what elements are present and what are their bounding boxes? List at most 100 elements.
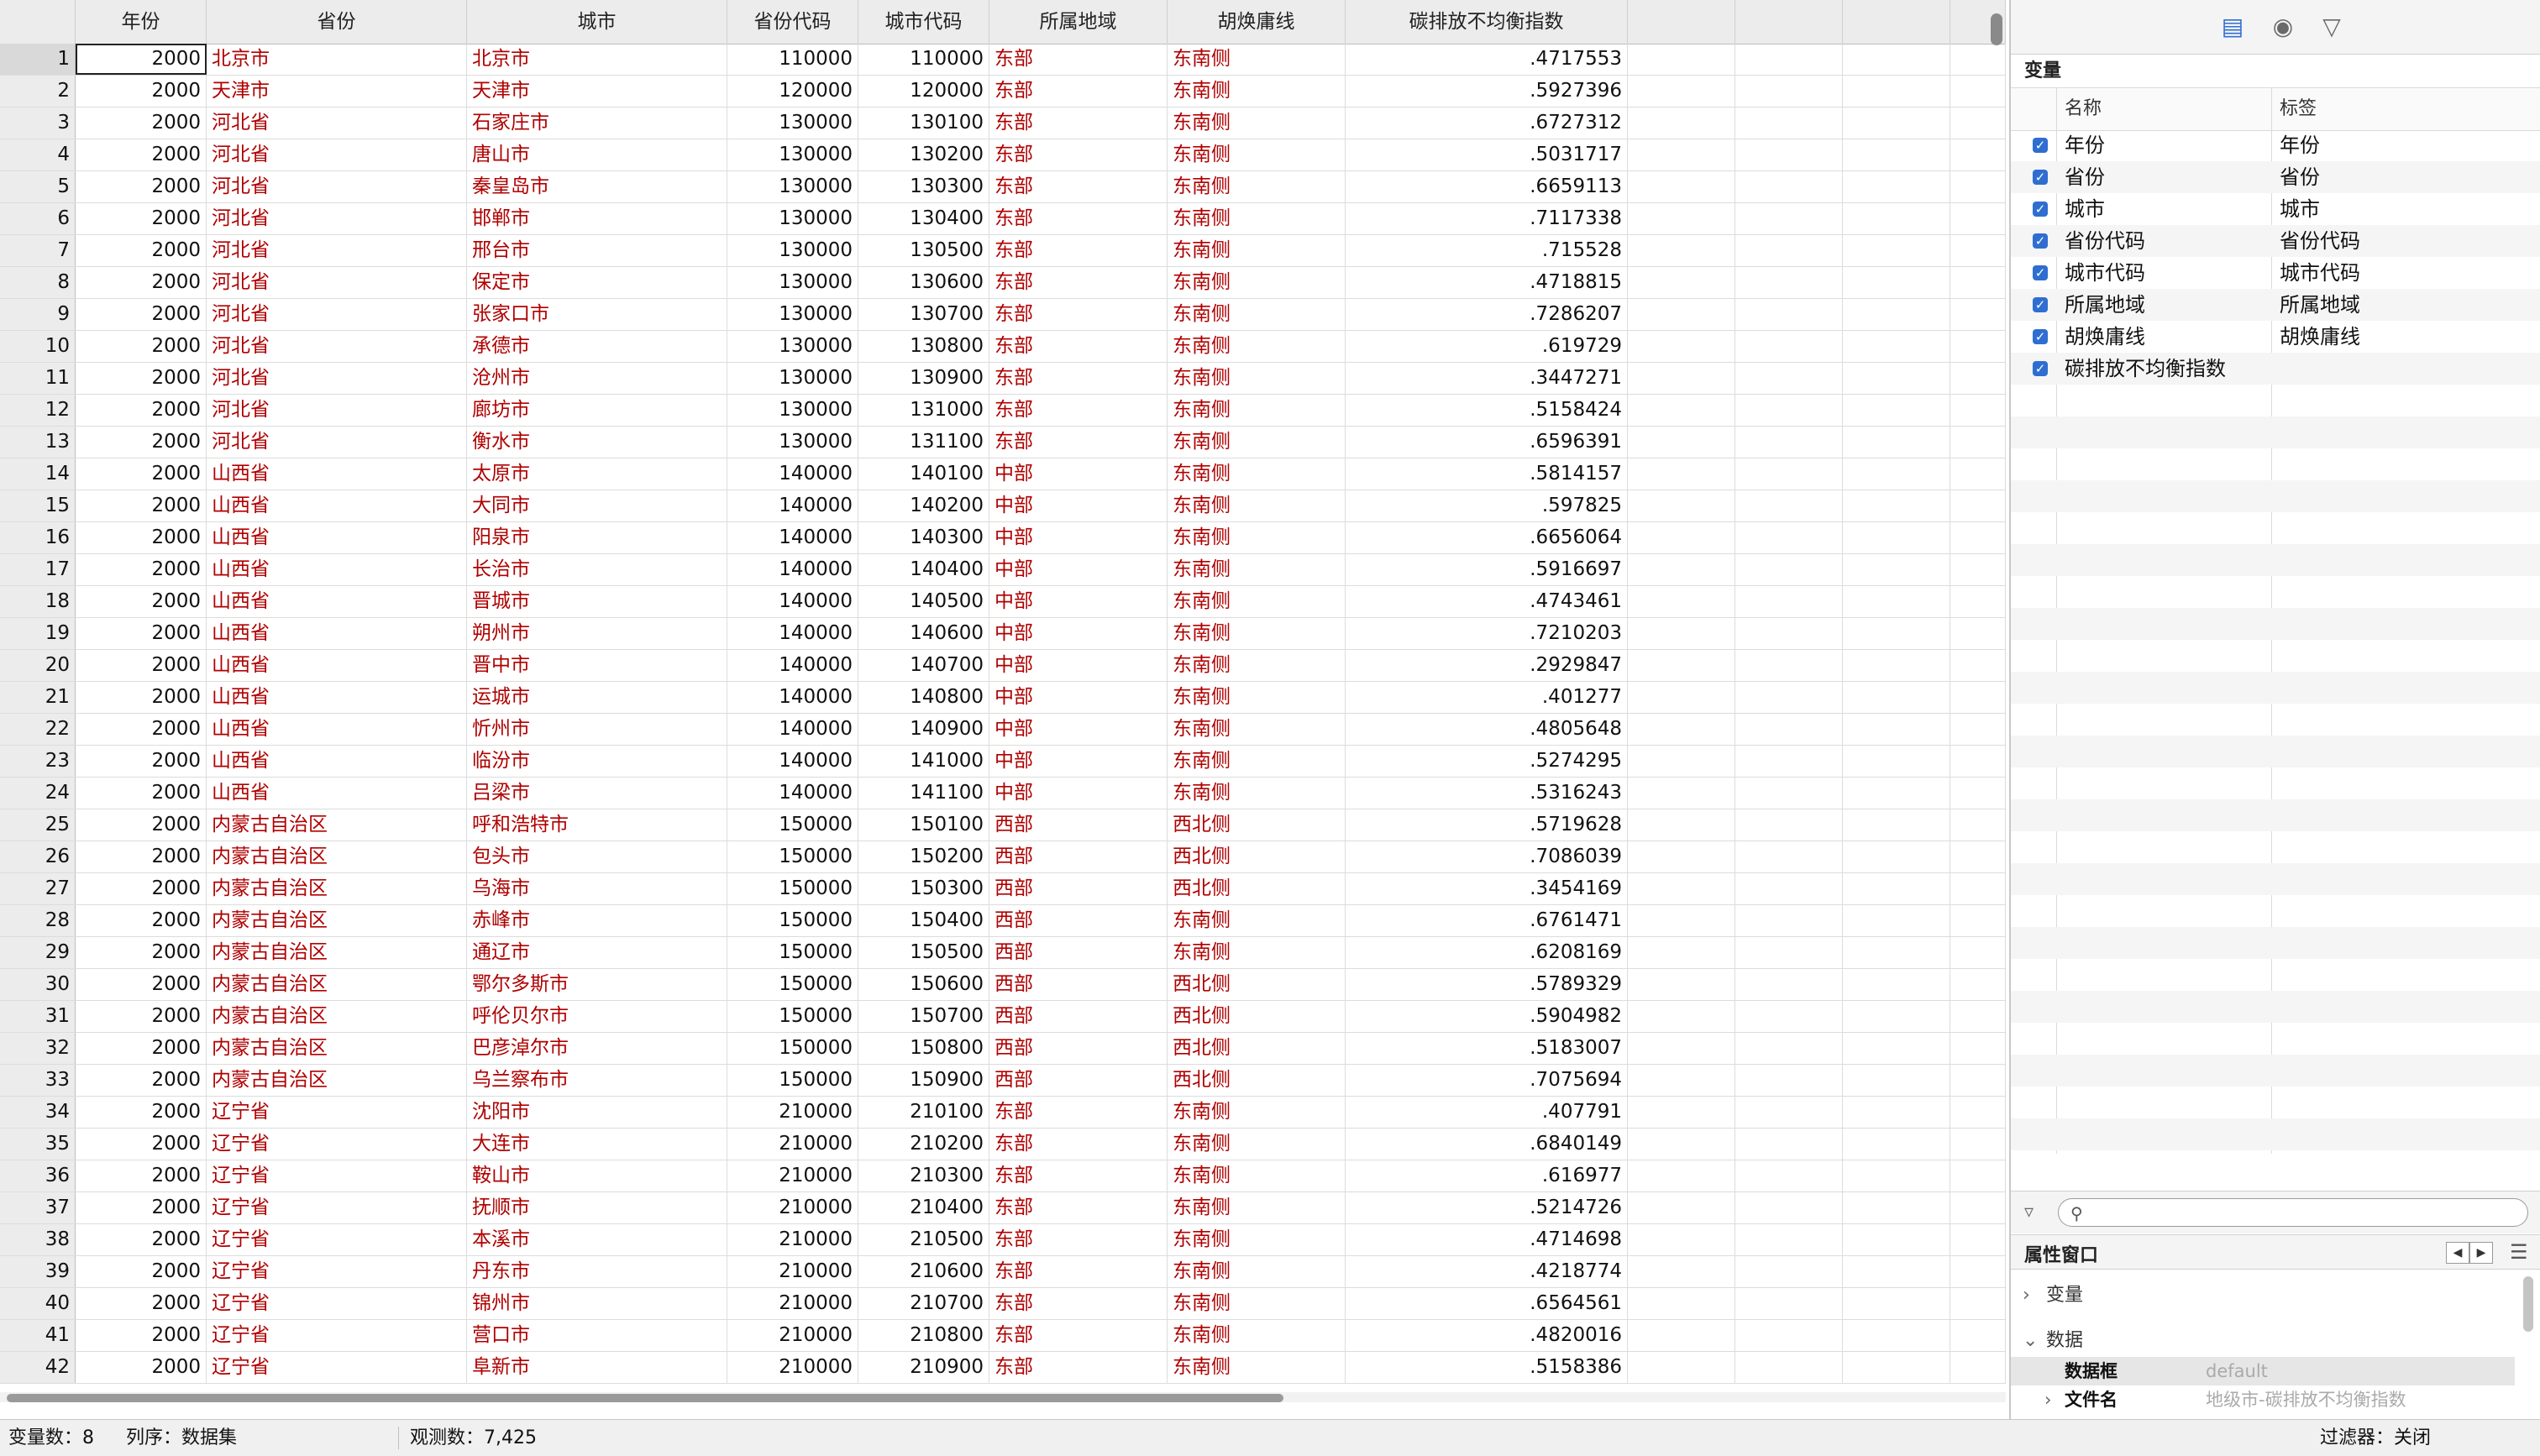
column-header-hu-line[interactable]: 胡焕庸线 [1168,0,1346,44]
cell-hu-line[interactable]: 东南侧 [1168,139,1346,170]
cell-city[interactable]: 临汾市 [467,746,727,777]
cell-region[interactable]: 东部 [989,395,1168,426]
row-number[interactable]: 31 [0,1001,76,1032]
cell-carbon-index[interactable]: .2929847 [1346,650,1628,681]
row-number[interactable]: 37 [0,1192,76,1223]
column-header-province-code[interactable]: 省份代码 [727,0,858,44]
properties-scrollbar[interactable] [2523,1276,2533,1332]
cell-year[interactable]: 2000 [76,618,207,649]
table-row[interactable]: 6 2000 河北省 邯郸市 130000 130400 东部 东南侧 .7117338 [0,203,2006,235]
cell-carbon-index[interactable]: .5316243 [1346,778,1628,809]
cell-city-code[interactable]: 140200 [858,490,989,521]
cell-city-code[interactable]: 110000 [858,44,989,75]
cell-region[interactable]: 西部 [989,905,1168,936]
cell-city-code[interactable]: 210900 [858,1352,989,1383]
cell-province[interactable]: 北京市 [207,44,467,75]
table-row[interactable]: 31 2000 内蒙古自治区 呼伦贝尔市 150000 150700 西部 西北侧 .59049… [0,1001,2006,1033]
cell-city[interactable]: 呼伦贝尔市 [467,1001,727,1032]
cell-province-code[interactable]: 140000 [727,650,858,681]
row-number[interactable]: 27 [0,873,76,904]
cell-year[interactable]: 2000 [76,969,207,1000]
variable-checkbox[interactable]: ✓ [2033,297,2048,312]
cell-hu-line[interactable]: 东南侧 [1168,299,1346,330]
horizontal-scrollbar[interactable] [7,1394,1283,1402]
cell-province-code[interactable]: 210000 [727,1320,858,1351]
cell-year[interactable]: 2000 [76,1160,207,1192]
cell-hu-line[interactable]: 东南侧 [1168,395,1346,426]
cell-city[interactable]: 运城市 [467,682,727,713]
cell-year[interactable]: 2000 [76,299,207,330]
properties-data-section[interactable]: ⌄ 数据 [2023,1325,2083,1352]
cell-carbon-index[interactable]: .6659113 [1346,171,1628,202]
cell-city[interactable]: 通辽市 [467,937,727,968]
cell-region[interactable]: 东部 [989,44,1168,75]
cell-city[interactable]: 丹东市 [467,1256,727,1287]
row-number[interactable]: 23 [0,746,76,777]
row-number[interactable]: 38 [0,1224,76,1255]
cell-city-code[interactable]: 130200 [858,139,989,170]
cell-region[interactable]: 东部 [989,1192,1168,1223]
cell-carbon-index[interactable]: .597825 [1346,490,1628,521]
cell-province-code[interactable]: 210000 [727,1097,858,1128]
row-number[interactable]: 30 [0,969,76,1000]
table-row[interactable]: 36 2000 辽宁省 鞍山市 210000 210300 东部 东南侧 .616977 [0,1160,2006,1192]
cell-province[interactable]: 河北省 [207,171,467,202]
cell-province-code[interactable]: 150000 [727,873,858,904]
cell-region[interactable]: 东部 [989,1288,1168,1319]
row-number[interactable]: 32 [0,1033,76,1064]
cell-city-code[interactable]: 150200 [858,841,989,872]
row-number[interactable]: 2 [0,76,76,107]
cell-city[interactable]: 朔州市 [467,618,727,649]
row-number[interactable]: 11 [0,363,76,394]
cell-carbon-index[interactable]: .616977 [1346,1160,1628,1192]
cell-carbon-index[interactable]: .407791 [1346,1097,1628,1128]
cell-region[interactable]: 东部 [989,267,1168,298]
cell-hu-line[interactable]: 东南侧 [1168,746,1346,777]
cell-province-code[interactable]: 210000 [727,1352,858,1383]
cell-province-code[interactable]: 130000 [727,363,858,394]
variable-checkbox[interactable]: ✓ [2033,329,2048,344]
cell-hu-line[interactable]: 东南侧 [1168,1129,1346,1160]
row-number[interactable]: 21 [0,682,76,713]
cell-year[interactable]: 2000 [76,522,207,553]
cell-region[interactable]: 西部 [989,841,1168,872]
cell-city-code[interactable]: 210800 [858,1320,989,1351]
cell-city[interactable]: 呼和浩特市 [467,809,727,841]
cell-hu-line[interactable]: 东南侧 [1168,682,1346,713]
cell-region[interactable]: 东部 [989,299,1168,330]
cell-region[interactable]: 西部 [989,809,1168,841]
cell-hu-line[interactable]: 东南侧 [1168,235,1346,266]
cell-city[interactable]: 吕梁市 [467,778,727,809]
cell-carbon-index[interactable]: .401277 [1346,682,1628,713]
cell-province-code[interactable]: 150000 [727,905,858,936]
cell-year[interactable]: 2000 [76,1256,207,1287]
prev-arrow-icon[interactable]: ◀ [2446,1242,2469,1264]
cell-year[interactable]: 2000 [76,937,207,968]
cell-province-code[interactable]: 140000 [727,746,858,777]
cell-hu-line[interactable]: 西北侧 [1168,1033,1346,1064]
cell-province-code[interactable]: 150000 [727,1033,858,1064]
cell-city-code[interactable]: 210300 [858,1160,989,1192]
cell-city[interactable]: 沧州市 [467,363,727,394]
cell-city[interactable]: 晋中市 [467,650,727,681]
variables-icon[interactable]: ▤ [2216,12,2249,42]
cell-city[interactable]: 鞍山市 [467,1160,727,1192]
cell-hu-line[interactable]: 东南侧 [1168,1256,1346,1287]
cell-hu-line[interactable]: 东南侧 [1168,107,1346,139]
cell-carbon-index[interactable]: .4717553 [1346,44,1628,75]
cell-hu-line[interactable]: 东南侧 [1168,1097,1346,1128]
cell-province-code[interactable]: 210000 [727,1256,858,1287]
cell-hu-line[interactable]: 东南侧 [1168,458,1346,490]
cell-city-code[interactable]: 120000 [858,76,989,107]
cell-carbon-index[interactable]: .715528 [1346,235,1628,266]
table-row[interactable]: 30 2000 内蒙古自治区 鄂尔多斯市 150000 150600 西部 西北侧 .57893… [0,969,2006,1001]
cell-region[interactable]: 中部 [989,586,1168,617]
cell-carbon-index[interactable]: .6656064 [1346,522,1628,553]
cell-region[interactable]: 东部 [989,235,1168,266]
row-number[interactable]: 3 [0,107,76,139]
row-number[interactable]: 39 [0,1256,76,1287]
cell-hu-line[interactable]: 西北侧 [1168,809,1346,841]
row-number[interactable]: 33 [0,1065,76,1096]
table-row[interactable]: 9 2000 河北省 张家口市 130000 130700 东部 东南侧 .7286207 [0,299,2006,331]
cell-year[interactable]: 2000 [76,1129,207,1160]
